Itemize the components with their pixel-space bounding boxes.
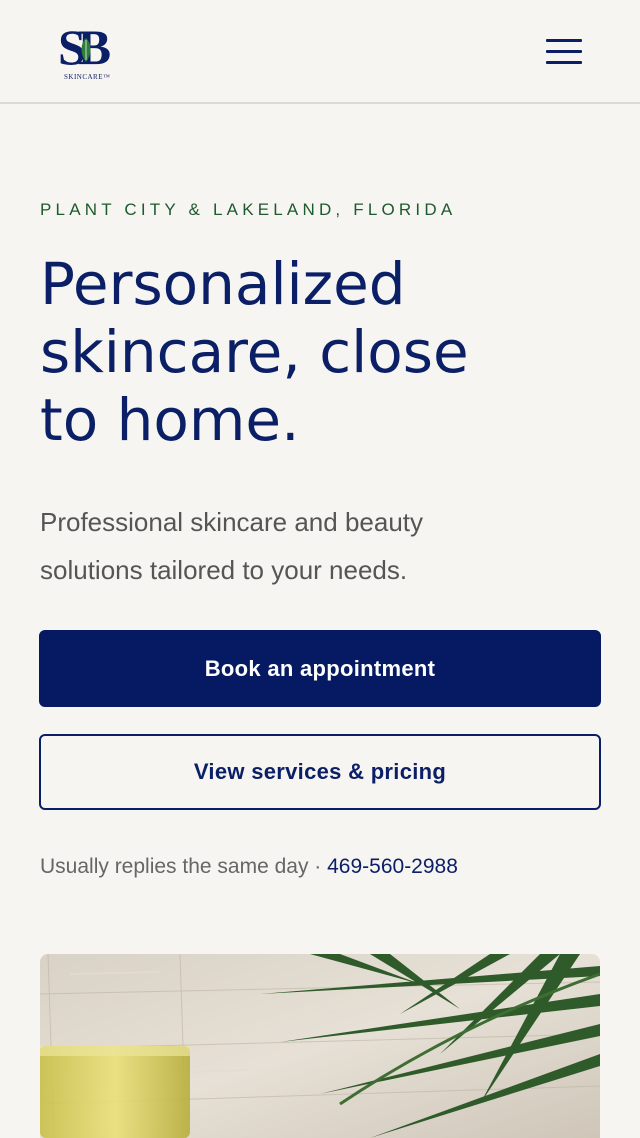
hero-heading-line-1: Personalized — [40, 250, 406, 318]
hero-heading-line-3: to home. — [40, 386, 300, 454]
site-header: SB SKINCARE™ — [0, 0, 640, 104]
hero-image — [40, 954, 600, 1138]
hero-description-line-1: Professional skincare and beauty — [40, 507, 424, 537]
skincare-product-photo — [40, 954, 600, 1138]
brand-logo[interactable]: SB SKINCARE™ — [58, 18, 118, 84]
menu-bar-middle — [546, 50, 582, 53]
location-eyebrow: PLANT CITY & LAKELAND, FLORIDA — [40, 200, 457, 219]
hero-description-line-2: solutions tailored to your needs. — [40, 555, 408, 585]
reply-info: Usually replies the same day · 469-560-2… — [40, 855, 458, 879]
phone-link[interactable]: 469-560-2988 — [327, 855, 458, 878]
reply-text: Usually replies the same day · — [40, 855, 328, 878]
view-services-button[interactable]: View services & pricing — [39, 734, 601, 810]
hero-heading-line-2: skincare, close — [40, 318, 469, 386]
hero-heading: Personalized skincare, close to home. — [40, 250, 600, 454]
hero-description: Professional skincare and beauty solutio… — [40, 498, 580, 594]
menu-bar-top — [546, 39, 582, 42]
book-appointment-button[interactable]: Book an appointment — [39, 630, 601, 707]
logo-subtext: SKINCARE™ — [64, 73, 111, 81]
page: SB SKINCARE™ PLANT CITY & LAKELAND, FLOR… — [0, 0, 640, 1138]
leaf-icon — [81, 38, 91, 62]
menu-bar-bottom — [546, 61, 582, 64]
hamburger-menu-icon[interactable] — [544, 36, 584, 68]
